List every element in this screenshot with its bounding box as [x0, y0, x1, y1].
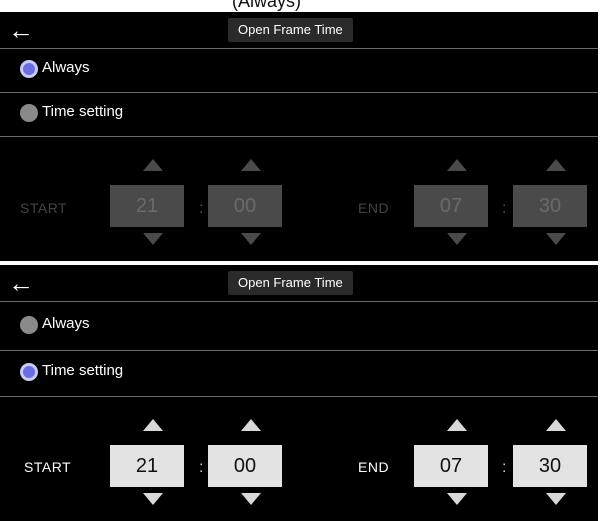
panel-always-selected: ← Open Frame Time Always Time setting ST…	[0, 12, 598, 261]
option-label: Always	[42, 315, 90, 332]
start-hour-up-icon[interactable]	[143, 419, 163, 431]
option-label: Always	[42, 59, 90, 76]
back-arrow-icon[interactable]: ←	[8, 269, 34, 297]
option-label: Time setting	[42, 103, 124, 120]
start-minute-field[interactable]: 00	[208, 445, 282, 487]
top-caption: (Always)	[232, 0, 302, 11]
end-label: END	[358, 459, 390, 475]
page-title: Open Frame Time	[228, 18, 353, 42]
option-time-setting[interactable]: Time setting	[0, 353, 598, 393]
divider	[0, 92, 598, 93]
end-hour-field[interactable]: 07	[414, 445, 488, 487]
time-setting-section-disabled: START 21 : 00 END 07 : 30	[0, 137, 598, 261]
start-label: START	[20, 200, 68, 216]
start-minute-down-icon	[241, 233, 261, 245]
page-title: Open Frame Time	[228, 271, 353, 295]
end-hour-down-icon[interactable]	[447, 493, 467, 505]
divider	[0, 48, 598, 49]
top-caption-strip: (Always)	[0, 0, 600, 12]
panel-time-setting-selected: ← Open Frame Time Always Time setting ST…	[0, 265, 598, 521]
radio-unselected-icon[interactable]	[20, 316, 38, 334]
start-minute-field: 00	[208, 185, 282, 227]
option-always[interactable]: Always	[0, 306, 598, 346]
start-minute-down-icon[interactable]	[241, 493, 261, 505]
radio-unselected-icon[interactable]	[20, 104, 38, 122]
back-arrow-icon[interactable]: ←	[8, 16, 34, 44]
start-hour-field: 21	[110, 185, 184, 227]
radio-selected-icon[interactable]	[20, 363, 38, 381]
header: ← Open Frame Time	[0, 265, 598, 301]
end-hour-up-icon[interactable]	[447, 419, 467, 431]
option-label: Time setting	[42, 362, 124, 379]
end-minute-up-icon[interactable]	[546, 419, 566, 431]
option-time-setting[interactable]: Time setting	[0, 94, 598, 134]
start-minute-up-icon[interactable]	[241, 419, 261, 431]
start-colon: :	[199, 459, 204, 476]
divider	[0, 350, 598, 351]
end-minute-down-icon[interactable]	[546, 493, 566, 505]
header: ← Open Frame Time	[0, 12, 598, 48]
end-minute-field[interactable]: 30	[513, 445, 587, 487]
start-hour-up-icon	[143, 159, 163, 171]
start-minute-up-icon	[241, 159, 261, 171]
option-always[interactable]: Always	[0, 50, 598, 90]
end-colon: :	[502, 200, 507, 217]
end-minute-down-icon	[546, 233, 566, 245]
start-hour-down-icon[interactable]	[143, 493, 163, 505]
end-hour-up-icon	[447, 159, 467, 171]
time-setting-section: START 21 : 00 END 07 : 30	[0, 397, 598, 521]
radio-selected-icon[interactable]	[20, 60, 38, 78]
end-hour-field: 07	[414, 185, 488, 227]
end-minute-up-icon	[546, 159, 566, 171]
start-colon: :	[199, 200, 204, 217]
end-colon: :	[502, 459, 507, 476]
divider	[0, 301, 598, 302]
start-hour-down-icon	[143, 233, 163, 245]
end-label: END	[358, 200, 390, 216]
end-minute-field: 30	[513, 185, 587, 227]
end-hour-down-icon	[447, 233, 467, 245]
start-label: START	[24, 459, 72, 475]
start-hour-field[interactable]: 21	[110, 445, 184, 487]
